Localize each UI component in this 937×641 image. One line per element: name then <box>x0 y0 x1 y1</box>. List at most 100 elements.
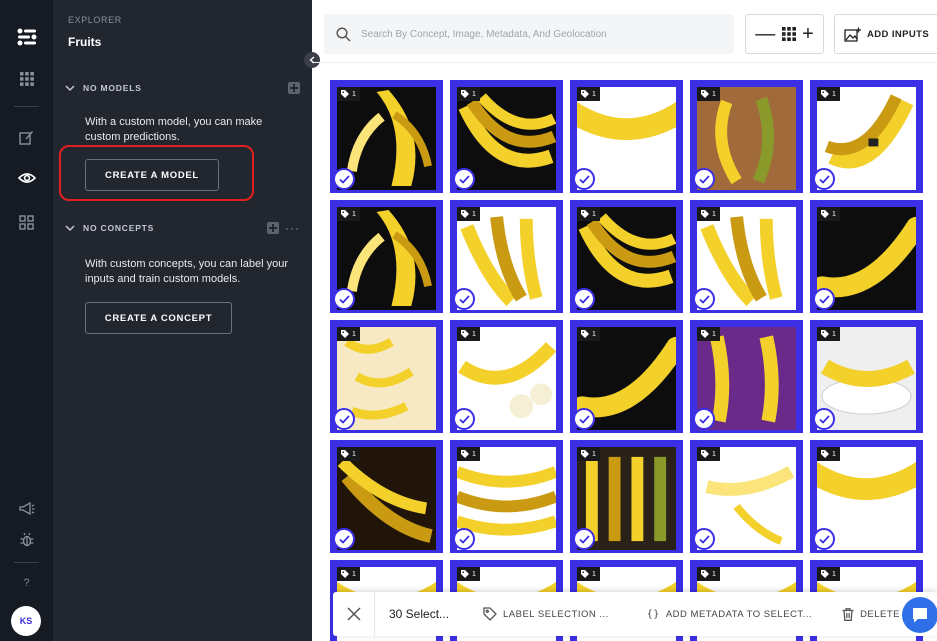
select-checkbox[interactable] <box>453 408 475 430</box>
input-tile[interactable]: 1 <box>450 80 563 193</box>
add-inputs-button[interactable]: ADD INPUTS <box>834 14 937 54</box>
select-checkbox[interactable] <box>453 528 475 550</box>
label-selection-button[interactable]: LABEL SELECTION ... <box>483 607 609 621</box>
input-tile[interactable]: 1 <box>570 320 683 433</box>
label-count-badge: 1 <box>817 567 840 581</box>
input-tile[interactable]: 1 <box>330 80 443 193</box>
clarifai-logo-icon[interactable] <box>0 22 53 52</box>
input-tile[interactable]: 1 <box>810 320 923 433</box>
add-metadata-button[interactable]: {} ADD METADATA TO SELECT... <box>647 609 812 620</box>
checkmark-icon <box>338 414 350 424</box>
zoom-in-button[interactable]: + <box>802 24 814 44</box>
clear-selection-button[interactable] <box>333 592 375 636</box>
label-count: 1 <box>352 210 356 218</box>
select-checkbox[interactable] <box>813 408 835 430</box>
label-count-badge: 1 <box>457 327 480 341</box>
select-checkbox[interactable] <box>453 288 475 310</box>
label-count-badge: 1 <box>817 327 840 341</box>
label-count-badge: 1 <box>697 567 720 581</box>
checkmark-icon <box>818 414 830 424</box>
models-section-header[interactable]: NO MODELS <box>65 78 300 98</box>
input-tile[interactable]: 1 <box>810 440 923 553</box>
input-tile[interactable]: 1 <box>690 440 803 553</box>
concepts-section-header[interactable]: NO CONCEPTS ··· <box>65 218 300 238</box>
checkmark-icon <box>458 174 470 184</box>
checkmark-icon <box>818 534 830 544</box>
edit-label-icon[interactable] <box>0 122 53 152</box>
input-tile[interactable]: 1 <box>570 440 683 553</box>
select-checkbox[interactable] <box>453 168 475 190</box>
label-count-badge: 1 <box>457 87 480 101</box>
zoom-out-button[interactable]: — <box>755 24 775 44</box>
input-tile[interactable]: 1 <box>690 320 803 433</box>
dashboard-icon[interactable] <box>0 207 53 237</box>
checkmark-icon <box>698 534 710 544</box>
apps-grid-icon[interactable] <box>0 64 53 94</box>
collapse-panel-button[interactable] <box>304 52 320 68</box>
select-checkbox[interactable] <box>333 168 355 190</box>
label-count-badge: 1 <box>697 87 720 101</box>
input-tile[interactable]: 1 <box>690 200 803 313</box>
concepts-description: With custom concepts, you can label your… <box>85 258 288 285</box>
add-concept-icon[interactable] <box>267 222 279 234</box>
input-tile[interactable]: 1 <box>570 200 683 313</box>
bug-report-icon[interactable] <box>0 524 53 554</box>
tag-icon <box>461 90 469 98</box>
select-checkbox[interactable] <box>573 288 595 310</box>
label-count-badge: 1 <box>697 207 720 221</box>
input-tile[interactable]: 1 <box>330 320 443 433</box>
select-checkbox[interactable] <box>693 168 715 190</box>
search-input[interactable] <box>361 28 721 40</box>
chat-icon <box>913 608 927 623</box>
label-count: 1 <box>592 210 596 218</box>
input-tile[interactable]: 1 <box>810 200 923 313</box>
select-checkbox[interactable] <box>573 408 595 430</box>
help-icon[interactable]: ? <box>0 568 53 598</box>
select-checkbox[interactable] <box>333 528 355 550</box>
explorer-panel: EXPLORER Fruits NO MODELS With a custom … <box>53 0 312 641</box>
tag-icon <box>821 210 829 218</box>
label-count: 1 <box>472 570 476 578</box>
tag-icon <box>483 607 497 621</box>
chat-support-button[interactable] <box>902 597 937 633</box>
input-tile[interactable]: 1 <box>330 200 443 313</box>
tag-icon <box>341 570 349 578</box>
label-count-badge: 1 <box>697 327 720 341</box>
select-checkbox[interactable] <box>693 408 715 430</box>
label-count: 1 <box>832 570 836 578</box>
checkmark-icon <box>818 294 830 304</box>
more-options-icon[interactable]: ··· <box>285 221 300 235</box>
input-tile[interactable]: 1 <box>450 320 563 433</box>
label-count: 1 <box>352 450 356 458</box>
tag-icon <box>821 450 829 458</box>
user-avatar[interactable]: KS <box>11 606 41 636</box>
select-checkbox[interactable] <box>813 528 835 550</box>
tag-icon <box>701 450 709 458</box>
tag-icon <box>701 210 709 218</box>
input-tile[interactable]: 1 <box>450 200 563 313</box>
select-checkbox[interactable] <box>693 528 715 550</box>
checkmark-icon <box>698 174 710 184</box>
checkmark-icon <box>458 414 470 424</box>
select-checkbox[interactable] <box>573 528 595 550</box>
input-tile[interactable]: 1 <box>330 440 443 553</box>
select-checkbox[interactable] <box>333 288 355 310</box>
add-model-icon[interactable] <box>288 82 300 94</box>
select-checkbox[interactable] <box>813 288 835 310</box>
select-checkbox[interactable] <box>693 288 715 310</box>
input-tile[interactable]: 1 <box>690 80 803 193</box>
input-tile[interactable]: 1 <box>570 80 683 193</box>
zoom-control: — + <box>745 14 824 54</box>
select-checkbox[interactable] <box>813 168 835 190</box>
announcement-icon[interactable] <box>0 494 53 524</box>
label-count: 1 <box>352 330 356 338</box>
select-checkbox[interactable] <box>573 168 595 190</box>
checkmark-icon <box>578 294 590 304</box>
input-tile[interactable]: 1 <box>450 440 563 553</box>
eye-explorer-icon[interactable] <box>0 163 53 193</box>
label-count: 1 <box>712 570 716 578</box>
label-count: 1 <box>472 90 476 98</box>
create-concept-button[interactable]: CREATE A CONCEPT <box>85 302 232 334</box>
input-tile[interactable]: 1 <box>810 80 923 193</box>
select-checkbox[interactable] <box>333 408 355 430</box>
